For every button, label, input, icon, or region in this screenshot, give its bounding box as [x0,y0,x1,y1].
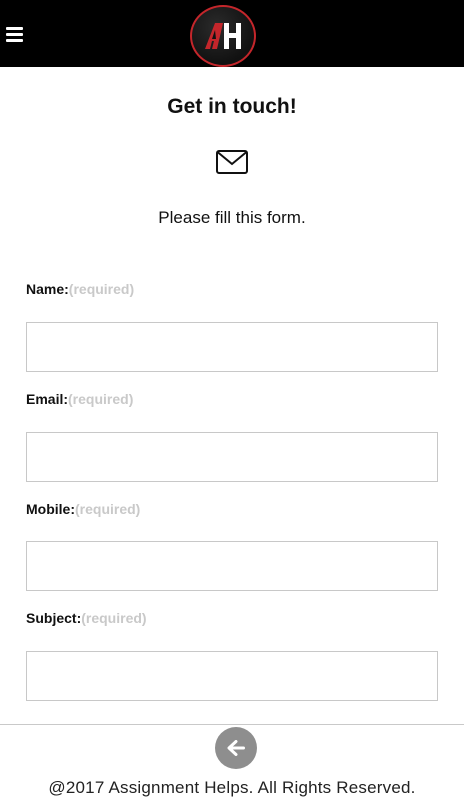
name-label: Name:(required) [26,281,134,297]
page-title: Get in touch! [167,95,297,118]
mobile-input[interactable] [26,541,438,591]
name-input[interactable] [26,322,438,372]
mobile-label: Mobile:(required) [26,501,140,517]
hamburger-menu-icon[interactable] [6,27,23,43]
arrow-left-icon [227,740,245,756]
email-label: Email:(required) [26,391,133,407]
subject-required-hint: (required) [81,610,147,626]
envelope-icon [216,150,248,174]
mobile-label-text: Mobile: [26,501,75,517]
logo-mark [205,23,241,49]
email-input[interactable] [26,432,438,482]
mobile-required-hint: (required) [75,501,141,517]
name-label-text: Name: [26,281,69,297]
email-required-hint: (required) [68,391,134,407]
subject-label-text: Subject: [26,610,82,626]
name-required-hint: (required) [68,281,135,297]
copyright-text: @2017 Assignment Helps. All Rights Reser… [48,778,416,797]
email-label-text: Email: [26,391,69,407]
back-button[interactable] [215,727,257,769]
subject-input[interactable] [26,651,438,701]
footer-divider [0,724,464,725]
site-logo[interactable] [190,5,256,67]
top-navigation-bar [0,0,464,67]
subject-label: Subject:(required) [26,610,147,626]
form-instructions: Please fill this form. [158,208,306,227]
